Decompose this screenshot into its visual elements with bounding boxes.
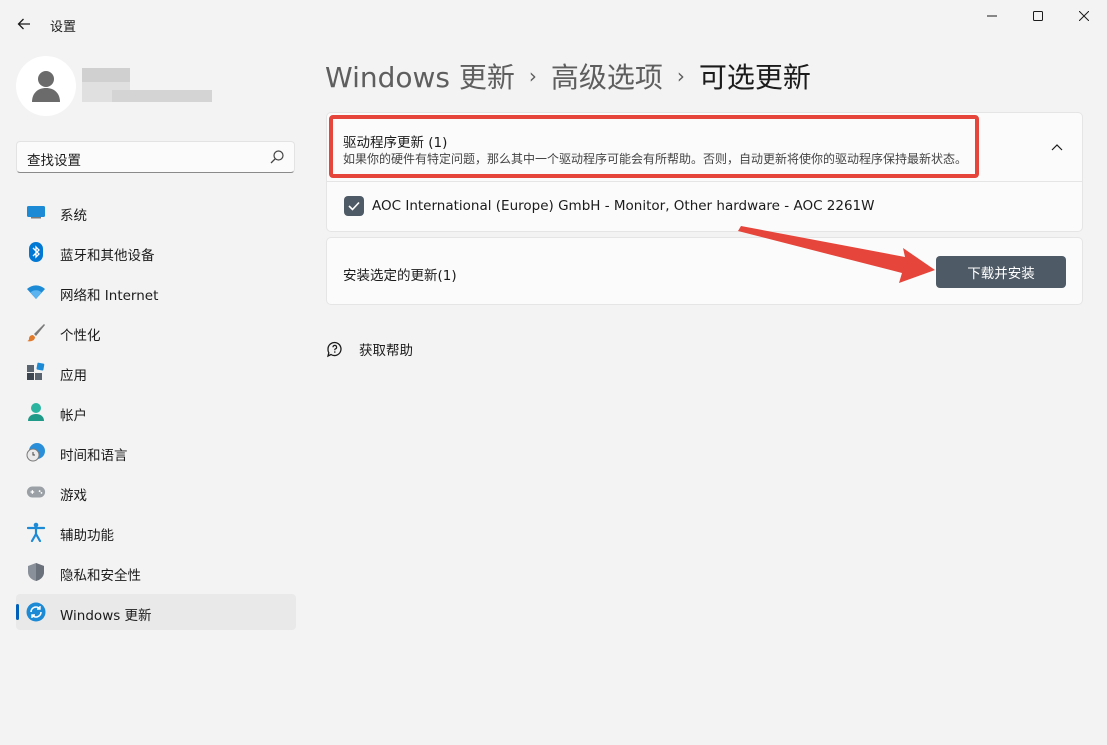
bluetooth-icon [26,242,46,262]
checkmark-icon [348,201,360,211]
annotation-highlight-box [329,115,979,178]
install-selected-label: 安装选定的更新(1) [343,268,457,284]
driver-update-item[interactable]: AOC International (Europe) GmbH - Monito… [326,182,1083,232]
avatar [16,56,76,116]
sidebar-item-label: 游戏 [60,488,87,504]
search-input[interactable]: 查找设置 [27,149,81,169]
sidebar-item-time-language[interactable]: 时间和语言 [16,434,296,470]
maximize-icon [1033,11,1043,21]
sidebar-item-system[interactable]: 系统 [16,194,296,230]
breadcrumb-separator: › [676,64,685,88]
gamepad-icon [26,482,46,502]
close-icon [1079,11,1089,21]
apps-icon [26,362,46,382]
sidebar-nav: 系统 蓝牙和其他设备 网络和 Internet 个性化 应用 帐户 时间和语言 … [16,194,296,634]
sidebar-item-windows-update[interactable]: Windows 更新 [16,594,296,630]
sidebar-item-label: 系统 [60,208,87,224]
sidebar-item-privacy[interactable]: 隐私和安全性 [16,554,296,590]
update-icon [26,602,46,622]
shield-icon [26,562,46,582]
user-profile[interactable] [16,56,296,118]
brush-icon [26,322,46,342]
download-install-button[interactable]: 下载并安装 [936,256,1066,288]
wifi-icon [26,282,46,302]
sidebar-item-label: 应用 [60,368,87,384]
breadcrumb-advanced-options[interactable]: 高级选项 [551,56,663,96]
sidebar-item-label: 辅助功能 [60,528,114,544]
breadcrumb-separator: › [528,64,537,88]
time-language-icon [26,442,46,462]
driver-checkbox[interactable] [344,196,364,216]
minimize-icon [987,15,997,17]
sidebar-item-label: 帐户 [60,408,87,424]
user-avatar-icon [32,71,60,102]
sidebar-item-label: 时间和语言 [60,448,128,464]
sidebar-item-accounts[interactable]: 帐户 [16,394,296,430]
sidebar-item-bluetooth[interactable]: 蓝牙和其他设备 [16,234,296,270]
breadcrumb: Windows 更新 › 高级选项 › 可选更新 [325,56,811,96]
back-button[interactable] [8,8,40,40]
accessibility-icon [26,522,46,542]
account-icon [26,402,46,422]
breadcrumb-windows-update[interactable]: Windows 更新 [325,56,515,96]
sidebar-item-accessibility[interactable]: 辅助功能 [16,514,296,550]
chevron-up-icon[interactable] [1050,140,1064,154]
page-title: 可选更新 [698,61,811,94]
get-help-link[interactable]: 获取帮助 [326,338,413,360]
search-box[interactable]: 查找设置 [16,141,295,173]
sidebar-item-label: 个性化 [60,328,101,344]
app-title: 设置 [50,20,77,35]
sidebar-item-gaming[interactable]: 游戏 [16,474,296,510]
minimize-button[interactable] [969,0,1015,32]
sidebar-item-apps[interactable]: 应用 [16,354,296,390]
title-bar: 设置 [0,0,1107,48]
sidebar-item-label: 网络和 Internet [60,288,159,304]
sidebar-item-personalization[interactable]: 个性化 [16,314,296,350]
sidebar-item-label: 隐私和安全性 [60,568,141,584]
maximize-button[interactable] [1015,0,1061,32]
system-icon [26,202,46,222]
help-icon [327,341,342,358]
install-selected-card: 安装选定的更新(1) 下载并安装 [326,237,1083,305]
sidebar-item-label: Windows 更新 [60,608,152,624]
back-arrow-icon [17,18,30,30]
sidebar-item-label: 蓝牙和其他设备 [60,248,155,264]
close-button[interactable] [1061,0,1107,32]
get-help-label: 获取帮助 [359,343,413,359]
search-icon[interactable] [270,150,284,164]
sidebar-item-network[interactable]: 网络和 Internet [16,274,296,310]
driver-item-label: AOC International (Europe) GmbH - Monito… [372,198,875,214]
